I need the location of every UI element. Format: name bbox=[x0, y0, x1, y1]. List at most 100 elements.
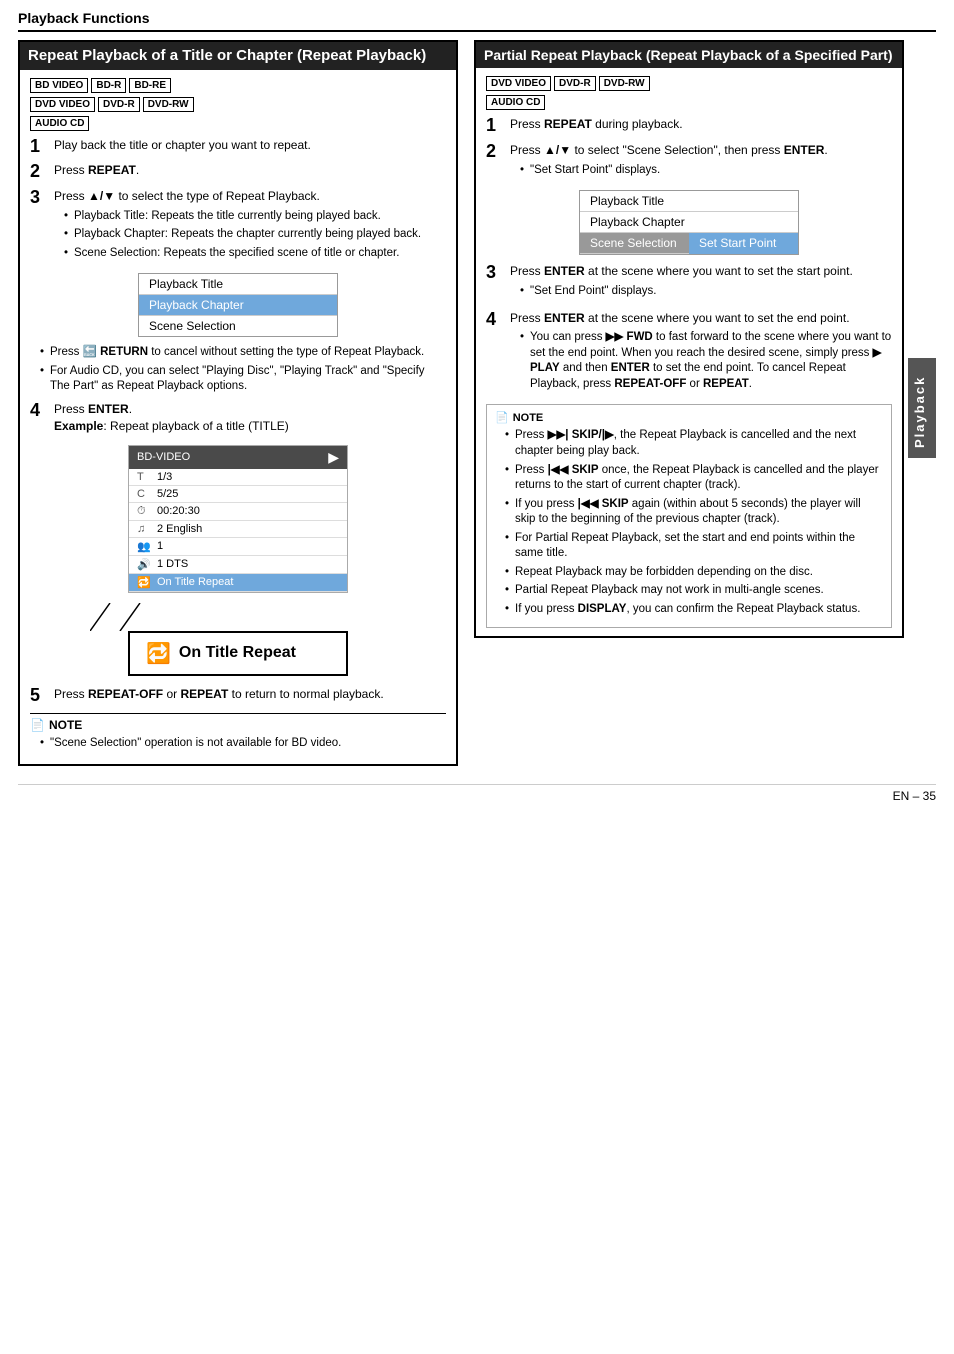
right-section-box: Partial Repeat Playback (Repeat Playback… bbox=[474, 40, 904, 638]
step-4-content: Press ENTER. Example: Repeat playback of… bbox=[54, 401, 446, 435]
badge-audio-cd: AUDIO CD bbox=[30, 116, 89, 131]
r-step-4-content: Press ENTER at the scene where you want … bbox=[510, 310, 892, 397]
r-menu-set-start: Set Start Point bbox=[689, 233, 798, 254]
r-badge-dvd-r: DVD-R bbox=[554, 76, 596, 91]
left-step-1: 1 Play back the title or chapter you wan… bbox=[30, 137, 446, 157]
r-note-bullet-2: Press |◀◀ SKIP once, the Repeat Playback… bbox=[505, 463, 883, 494]
bd-val-time: 00:20:30 bbox=[157, 505, 200, 517]
after-menu-bullet-2: For Audio CD, you can select "Playing Di… bbox=[40, 364, 446, 395]
left-step-2: 2 Press REPEAT. bbox=[30, 162, 446, 182]
diagonal-lines-svg bbox=[90, 603, 230, 631]
bullet-playback-title: Playback Title: Repeats the title curren… bbox=[64, 209, 446, 225]
badge-bd-re: BD-RE bbox=[129, 78, 171, 93]
bd-icon-chapter: C bbox=[137, 488, 151, 500]
right-step-3: 3 Press ENTER at the scene where you wan… bbox=[486, 263, 892, 303]
bullet-scene-selection: Scene Selection: Repeats the specified s… bbox=[64, 246, 446, 262]
r-step-3-content: Press ENTER at the scene where you want … bbox=[510, 263, 892, 303]
step-1-content: Play back the title or chapter you want … bbox=[54, 137, 446, 154]
step-5-content: Press REPEAT-OFF or REPEAT to return to … bbox=[54, 686, 446, 703]
step-num-1: 1 bbox=[30, 137, 48, 157]
badge-dvd-rw: DVD-RW bbox=[143, 97, 194, 112]
r-step-2-sub: "Set Start Point" displays. bbox=[520, 163, 892, 179]
bd-play-icon: ▶ bbox=[328, 449, 339, 466]
r-badge-dvd-rw: DVD-RW bbox=[599, 76, 650, 91]
bd-title-text: BD-VIDEO bbox=[137, 451, 190, 463]
playback-sidebar: Playback bbox=[908, 40, 936, 776]
bd-val-dts: 1 DTS bbox=[157, 558, 188, 570]
bd-row-chapter: C 5/25 bbox=[129, 486, 347, 503]
r-step-num-4: 4 bbox=[486, 310, 504, 330]
right-note: 📄 NOTE Press ▶▶| SKIP/|▶, the Repeat Pla… bbox=[486, 404, 892, 628]
r-note-bullet-6: Partial Repeat Playback may not work in … bbox=[505, 583, 883, 599]
step-num-4: 4 bbox=[30, 401, 48, 421]
bd-row-dts: 🔊 1 DTS bbox=[129, 556, 347, 574]
right-step-4: 4 Press ENTER at the scene where you wan… bbox=[486, 310, 892, 397]
badge-row-2: DVD VIDEO DVD-R DVD-RW bbox=[30, 97, 446, 112]
left-step-3: 3 Press ▲/▼ to select the type of Repeat… bbox=[30, 188, 446, 265]
r-menu-item-playback-title: Playback Title bbox=[580, 191, 798, 212]
r-step-num-1: 1 bbox=[486, 116, 504, 136]
r-note-bullet-1: Press ▶▶| SKIP/|▶, the Repeat Playback i… bbox=[505, 428, 883, 459]
sidebar-vertical-label: Playback bbox=[908, 358, 936, 458]
bullet-playback-chapter: Playback Chapter: Repeats the chapter cu… bbox=[64, 227, 446, 243]
page-header: Playback Functions bbox=[18, 10, 936, 32]
bd-icon-audio: ♫ bbox=[137, 523, 151, 535]
left-step-5: 5 Press REPEAT-OFF or REPEAT to return t… bbox=[30, 686, 446, 706]
after-menu-bullet-1: Press 🔙 RETURN to cancel without setting… bbox=[40, 345, 446, 361]
r-step-num-2: 2 bbox=[486, 142, 504, 162]
right-note-bullets: Press ▶▶| SKIP/|▶, the Repeat Playback i… bbox=[505, 428, 883, 617]
left-note: 📄 NOTE "Scene Selection" operation is no… bbox=[30, 713, 446, 752]
right-note-title: 📄 NOTE bbox=[495, 411, 883, 424]
bd-val-audio: 2 English bbox=[157, 523, 202, 535]
r-step-4-bullet-1: You can press ▶▶ FWD to fast forward to … bbox=[520, 330, 892, 392]
badge-bd-video: BD VIDEO bbox=[30, 78, 88, 93]
left-note-bullet-1: "Scene Selection" operation is not avail… bbox=[40, 736, 446, 752]
left-note-title: 📄 NOTE bbox=[30, 718, 446, 732]
r-step-num-3: 3 bbox=[486, 263, 504, 283]
badge-row-3: AUDIO CD bbox=[30, 116, 446, 131]
left-section-box: Repeat Playback of a Title or Chapter (R… bbox=[18, 40, 458, 766]
bd-icon-repeat: 🔁 bbox=[137, 576, 151, 589]
repeat-display-large: 🔁 On Title Repeat bbox=[128, 631, 348, 676]
left-note-bullets: "Scene Selection" operation is not avail… bbox=[40, 736, 446, 752]
r-step-3-sub: "Set End Point" displays. bbox=[520, 284, 892, 300]
bd-icon-title: T bbox=[137, 471, 151, 483]
step-num-3: 3 bbox=[30, 188, 48, 208]
r-badge-dvd-video: DVD VIDEO bbox=[486, 76, 551, 91]
badge-dvd-r: DVD-R bbox=[98, 97, 140, 112]
after-menu-bullets: Press 🔙 RETURN to cancel without setting… bbox=[40, 345, 446, 395]
right-menu-mockup: Playback Title Playback Chapter Scene Se… bbox=[579, 190, 799, 255]
r-menu-item-scene-row: Scene Selection Set Start Point bbox=[580, 233, 798, 254]
right-section-title: Partial Repeat Playback (Repeat Playback… bbox=[476, 42, 902, 68]
bd-icon-dts: 🔊 bbox=[137, 558, 151, 571]
r-step-3-sub-1: "Set End Point" displays. bbox=[520, 284, 892, 300]
bd-row-subtitle: 👥 1 bbox=[129, 538, 347, 556]
bd-icon-subtitle: 👥 bbox=[137, 540, 151, 553]
menu-item-playback-title: Playback Title bbox=[139, 274, 337, 295]
step-num-5: 5 bbox=[30, 686, 48, 706]
repeat-display-label: On Title Repeat bbox=[179, 644, 296, 662]
right-badge-row-1: DVD VIDEO DVD-R DVD-RW bbox=[486, 76, 892, 91]
step-num-2: 2 bbox=[30, 162, 48, 182]
page-number: EN – 35 bbox=[18, 784, 936, 803]
bd-row-repeat: 🔁 On Title Repeat bbox=[129, 574, 347, 592]
menu-item-scene-selection: Scene Selection bbox=[139, 316, 337, 336]
r-step-2-content: Press ▲/▼ to select "Scene Selection", t… bbox=[510, 142, 892, 182]
bd-row-time: ⏱ 00:20:30 bbox=[129, 503, 347, 521]
r-step-2-sub-1: "Set Start Point" displays. bbox=[520, 163, 892, 179]
note-doc-icon: 📄 bbox=[30, 718, 45, 732]
badge-row-1: BD VIDEO BD-R BD-RE bbox=[30, 78, 446, 93]
bd-val-subtitle: 1 bbox=[157, 540, 163, 552]
r-note-doc-icon: 📄 bbox=[495, 411, 509, 424]
step-3-content: Press ▲/▼ to select the type of Repeat P… bbox=[54, 188, 446, 265]
header-title: Playback Functions bbox=[18, 10, 149, 26]
bd-val-repeat: On Title Repeat bbox=[157, 576, 233, 588]
bd-header: BD-VIDEO ▶ bbox=[129, 446, 347, 469]
left-section-title: Repeat Playback of a Title or Chapter (R… bbox=[20, 42, 456, 70]
r-note-bullet-5: Repeat Playback may be forbidden dependi… bbox=[505, 565, 883, 581]
right-step-2: 2 Press ▲/▼ to select "Scene Selection",… bbox=[486, 142, 892, 182]
right-col-wrap: Partial Repeat Playback (Repeat Playback… bbox=[474, 40, 936, 776]
bd-display: BD-VIDEO ▶ T 1/3 C 5/25 ⏱ 00:20:30 ♫ 2 bbox=[128, 445, 348, 593]
badge-bd-r: BD-R bbox=[91, 78, 126, 93]
menu-item-playback-chapter: Playback Chapter bbox=[139, 295, 337, 316]
